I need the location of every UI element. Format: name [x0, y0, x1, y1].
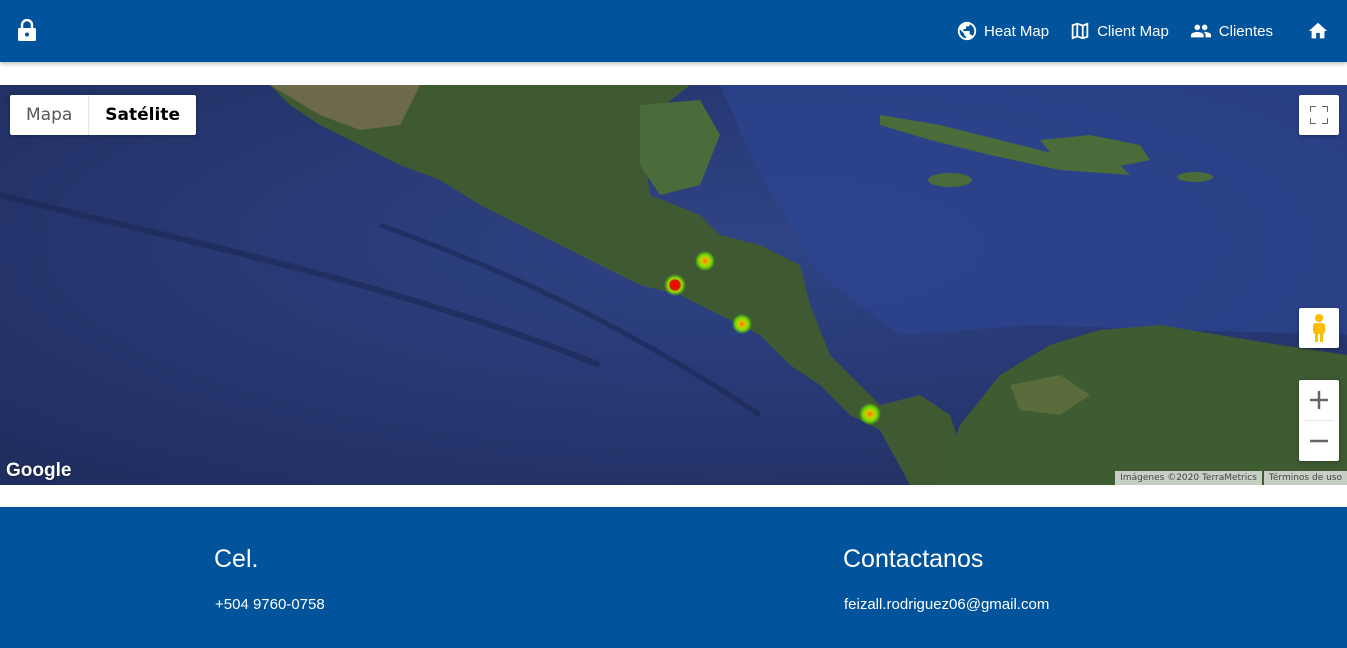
map-type-satelite[interactable]: Satélite [89, 95, 196, 135]
footer-contact-section: Contactanos feizall.rodriguez06@gmail.co… [843, 545, 1049, 613]
nav-clientes-label: Clientes [1218, 22, 1273, 40]
pegman-icon [1313, 314, 1325, 342]
phone-title: Cel. [214, 545, 259, 573]
footer: Cel. +504 9760-0758 Contactanos feizall.… [0, 507, 1347, 648]
nav-client-map-label: Client Map [1097, 22, 1169, 40]
zoom-out-button[interactable] [1299, 421, 1339, 461]
contact-email[interactable]: feizall.rodriguez06@gmail.com [844, 596, 1049, 613]
terms-link[interactable]: Términos de uso [1263, 471, 1347, 485]
home-icon[interactable] [1307, 20, 1329, 42]
nav-heat-map[interactable]: Heat Map [956, 20, 1049, 42]
zoom-in-icon [1310, 391, 1328, 409]
google-logo: Google [6, 460, 72, 481]
map-type-mapa[interactable]: Mapa [10, 95, 90, 135]
satellite-map[interactable]: Mapa Satélite Google Imágenes ©2020 Terr… [0, 85, 1347, 485]
globe-icon [957, 21, 977, 41]
map-icon [1071, 22, 1089, 40]
pegman-button[interactable] [1299, 308, 1339, 348]
map-imagery [0, 85, 1347, 485]
map-attribution: Imágenes ©2020 TerraMetrics Términos de … [1115, 471, 1347, 485]
nav-client-map[interactable]: Client Map [1069, 20, 1169, 42]
nav-heat-map-label: Heat Map [984, 22, 1050, 40]
fullscreen-icon [1310, 106, 1328, 124]
zoom-out-icon [1310, 439, 1328, 443]
map-type-control: Mapa Satélite [10, 95, 196, 135]
lock-icon[interactable] [17, 19, 37, 41]
fullscreen-button[interactable] [1299, 95, 1339, 135]
people-icon [1190, 24, 1211, 38]
footer-phone-section: Cel. +504 9760-0758 [214, 545, 325, 613]
zoom-in-button[interactable] [1299, 380, 1339, 420]
zoom-control [1299, 380, 1339, 461]
phone-number: +504 9760-0758 [215, 596, 325, 613]
nav-clientes[interactable]: Clientes [1189, 20, 1273, 42]
contact-title: Contactanos [843, 545, 984, 573]
nav-links: Heat Map Client Map Clientes [956, 0, 1347, 62]
imagery-attribution: Imágenes ©2020 TerraMetrics [1115, 471, 1262, 485]
top-navbar: Heat Map Client Map Clientes [0, 0, 1347, 62]
